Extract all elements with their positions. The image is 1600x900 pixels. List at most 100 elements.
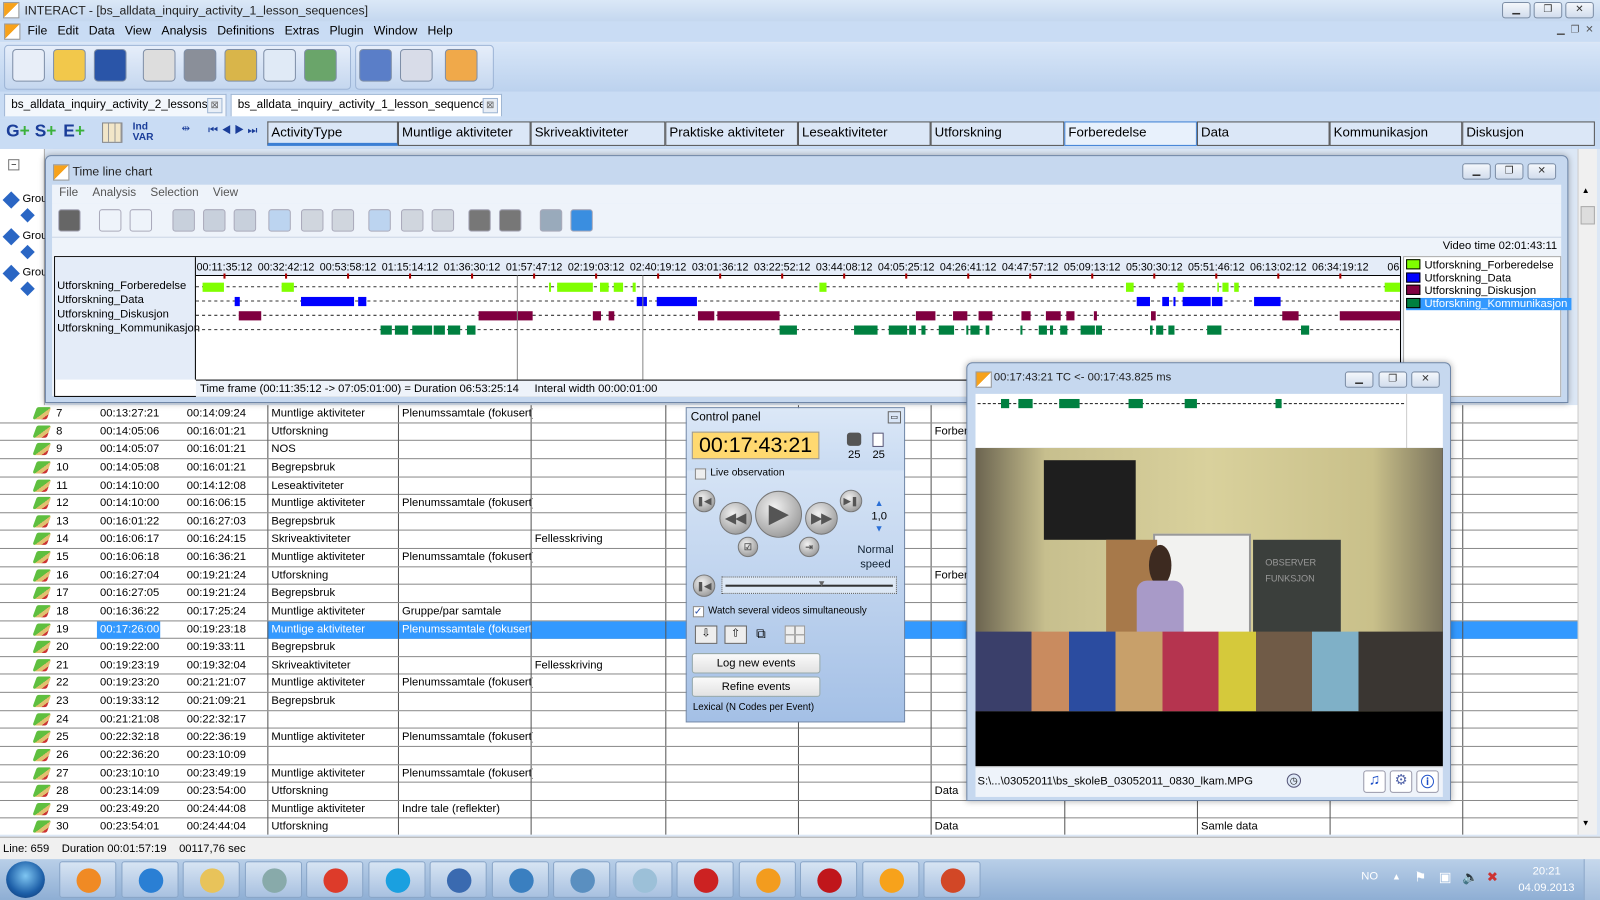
event-segment[interactable] (447, 325, 461, 335)
code-cell[interactable] (267, 746, 400, 765)
code-cell[interactable]: Plenumssamtale (fokusert) (397, 764, 533, 783)
code-cell[interactable]: Utforskning (267, 566, 400, 585)
taskbar-dictionary[interactable] (676, 861, 734, 898)
close-tab-icon[interactable]: ⊠ (207, 97, 223, 114)
code-cell[interactable] (1462, 620, 1578, 639)
event-segment[interactable] (1020, 325, 1023, 335)
timeline-menu-view[interactable]: View (206, 185, 246, 201)
event-segment[interactable] (394, 325, 409, 335)
add-set-button[interactable]: S+ (35, 121, 57, 141)
end-time-cell[interactable]: 00:16:01:21 (184, 441, 268, 458)
code-cell[interactable]: Data (930, 818, 1067, 835)
code-cell[interactable] (530, 477, 668, 495)
code-cell[interactable] (530, 441, 668, 459)
code-cell[interactable] (1462, 656, 1577, 675)
code-cell[interactable] (530, 692, 668, 711)
clock-date[interactable]: 04.09.2013 (1518, 882, 1574, 894)
event-segment[interactable] (1136, 296, 1150, 307)
code-cell[interactable]: Begrepsbruk (267, 513, 400, 531)
edit-pencil-icon[interactable] (32, 820, 52, 834)
event-segment[interactable] (1282, 311, 1299, 321)
filter-icon[interactable] (172, 209, 195, 232)
end-time-cell[interactable]: 00:23:54:00 (184, 783, 268, 800)
code-cell[interactable] (530, 495, 668, 513)
event-segment[interactable] (854, 325, 878, 335)
edit-pencil-icon[interactable] (32, 712, 52, 726)
fast-forward-icon[interactable]: ▶▶ (805, 502, 838, 535)
event-segment[interactable] (1339, 311, 1400, 321)
code-cell[interactable] (1462, 800, 1577, 819)
cascade-windows-icon[interactable]: ⧉ (756, 626, 776, 644)
end-time-cell[interactable]: 00:22:36:19 (184, 729, 268, 746)
start-time-cell[interactable]: 00:16:27:05 (97, 585, 184, 602)
edit-pencil-icon[interactable] (32, 623, 52, 636)
collapse-all-button[interactable]: − (8, 159, 20, 171)
add-group-button[interactable]: G+ (6, 121, 30, 141)
network-icon[interactable]: ▣ (1439, 869, 1452, 885)
taskbar-filezilla[interactable] (738, 861, 796, 898)
copy-icon[interactable] (399, 48, 433, 82)
close-button[interactable]: ✕ (1411, 371, 1440, 388)
edit-pencil-icon[interactable] (32, 658, 52, 672)
code-cell[interactable]: Plenumssamtale (fokusert) (397, 728, 533, 747)
event-segment[interactable] (1207, 325, 1222, 335)
panel-dock-button[interactable]: ▭ (887, 411, 902, 424)
start-time-cell[interactable]: 00:19:22:00 (97, 639, 184, 656)
end-time-cell[interactable]: 00:16:24:15 (184, 531, 268, 548)
taskbar-skype[interactable] (367, 861, 425, 898)
event-segment[interactable] (238, 311, 262, 321)
code-cell[interactable] (1196, 800, 1332, 819)
code-cell[interactable] (530, 782, 668, 801)
menu-file[interactable]: File (22, 21, 52, 39)
minimize-button[interactable]: ▁ (1502, 2, 1531, 19)
event-segment[interactable] (1222, 282, 1229, 292)
event-segment[interactable] (636, 296, 647, 307)
event-segment[interactable] (1080, 325, 1095, 335)
start-time-cell[interactable]: 00:16:06:18 (97, 549, 184, 566)
event-segment[interactable] (697, 311, 715, 321)
event-segment[interactable] (1038, 325, 1047, 335)
edit-pencil-icon[interactable] (32, 479, 52, 492)
edit-pencil-icon[interactable] (32, 784, 52, 798)
column-header-forberedelse[interactable]: Forberedelse (1064, 121, 1197, 146)
code-cell[interactable]: Plenumssamtale (fokusert) (397, 495, 533, 513)
edit-codes-icon[interactable] (224, 48, 258, 82)
code-cell[interactable] (397, 692, 533, 711)
end-time-cell[interactable]: 00:19:21:24 (184, 585, 268, 602)
timeline-menu-file[interactable]: File (52, 185, 85, 201)
minimize-button[interactable]: ▁ (1344, 371, 1374, 388)
audio-icon[interactable]: ♫ (1363, 770, 1386, 793)
start-time-cell[interactable]: 00:23:10:10 (97, 765, 184, 782)
column-header-leseaktiviteter[interactable]: Leseaktiviteter (797, 121, 931, 146)
tile-windows-icon[interactable] (784, 625, 806, 644)
tray-expand-icon[interactable]: ▲ (1392, 871, 1401, 881)
start-time-cell[interactable]: 00:22:32:18 (97, 729, 184, 746)
code-cell[interactable] (397, 584, 533, 603)
code-cell[interactable]: Begrepsbruk (267, 692, 400, 711)
tree-item-group[interactable]: Grou (22, 230, 47, 242)
code-cell[interactable]: Skriveaktiviteter (267, 531, 400, 549)
settings-gear-icon[interactable]: ⚙ (1389, 770, 1413, 793)
maximize-button[interactable]: ❐ (1494, 163, 1524, 180)
code-cell[interactable] (1462, 764, 1577, 783)
edit-pencil-icon[interactable] (32, 551, 52, 564)
restore-button[interactable]: ❐ (1533, 2, 1563, 19)
refresh-icon[interactable] (570, 209, 593, 232)
tree-item-group[interactable]: Grou (22, 266, 47, 278)
split-icon[interactable] (301, 209, 324, 232)
code-cell[interactable] (1462, 692, 1577, 711)
event-segment[interactable] (1093, 311, 1097, 321)
event-segment[interactable] (1168, 325, 1175, 335)
event-segment[interactable] (966, 325, 969, 335)
code-cell[interactable] (665, 782, 800, 801)
zoom-icon[interactable] (268, 209, 291, 232)
edit-pencil-icon[interactable] (32, 802, 52, 816)
edit-pencil-icon[interactable] (32, 569, 52, 582)
code-cell[interactable]: Muntlige aktiviteter (267, 728, 400, 747)
end-time-cell[interactable]: 00:19:21:24 (184, 567, 268, 584)
code-cell[interactable]: Fellesskriving (530, 656, 668, 675)
add-event-button[interactable]: E+ (63, 121, 85, 141)
event-segment[interactable] (613, 282, 624, 292)
end-time-cell[interactable]: 00:16:01:21 (184, 459, 268, 476)
code-cell[interactable]: Muntlige aktiviteter (267, 674, 400, 693)
